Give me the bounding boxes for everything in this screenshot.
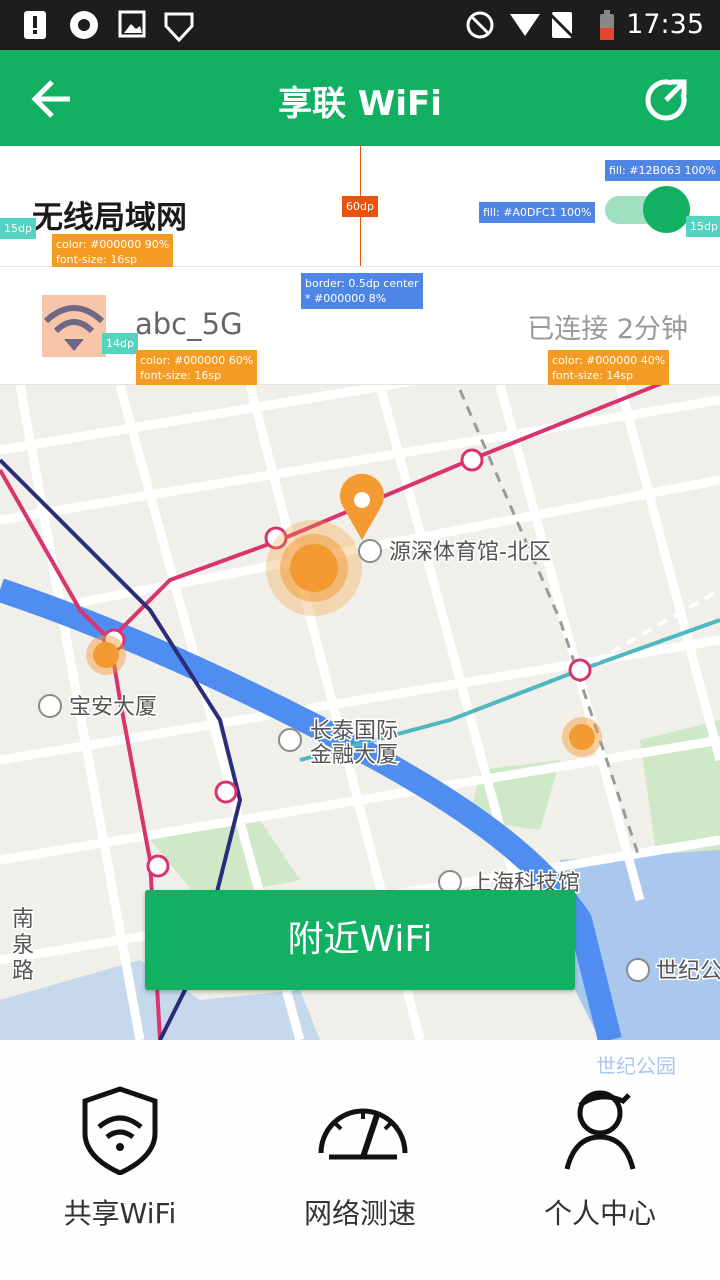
wlan-toggle-row[interactable]: 无线局域网 15dp 15dp 60dp color: #000000 90% … bbox=[0, 146, 720, 270]
spec-thumb-fill: fill: #12B063 100% bbox=[605, 160, 720, 181]
poi-label: 南 bbox=[12, 907, 34, 932]
shield-wifi-icon bbox=[82, 1086, 158, 1175]
nav-label: 个人中心 bbox=[543, 1197, 656, 1230]
poi-label: 路 bbox=[12, 959, 34, 984]
poi-label: 金融大厦 bbox=[310, 743, 398, 768]
notification-icons bbox=[24, 10, 194, 43]
wifi-signal-icon bbox=[42, 295, 106, 357]
poi-label: 泉 bbox=[12, 933, 34, 958]
spec-right-margin: 15dp bbox=[686, 216, 720, 237]
share-external-icon[interactable] bbox=[644, 78, 688, 122]
status-time: 17:35 bbox=[626, 9, 704, 40]
nav-share-wifi[interactable]: 共享WiFi bbox=[0, 1040, 240, 1280]
speedometer-icon bbox=[318, 1108, 408, 1160]
poi-label: 世纪公 bbox=[656, 959, 720, 984]
spec-status-text: color: #000000 40% font-size: 14sp bbox=[548, 350, 670, 386]
wlan-toggle-thumb[interactable] bbox=[643, 186, 690, 233]
spec-wlan-text: color: #000000 90% font-size: 16sp bbox=[52, 234, 174, 270]
nav-speed-test[interactable]: 网络测速 bbox=[240, 1040, 480, 1280]
spec-track-fill: fill: #A0DFC1 100% bbox=[479, 202, 596, 223]
spec-border: border: 0.5dp center * #000000 8% bbox=[301, 273, 423, 309]
spec-ssid-text: color: #000000 60% font-size: 16sp bbox=[136, 350, 258, 386]
wlan-label: 无线局域网 bbox=[32, 200, 187, 236]
nearby-wifi-button[interactable]: 附近WiFi bbox=[145, 890, 575, 990]
app-bar: 享联 WiFi bbox=[0, 50, 720, 146]
poi-label: 源深体育馆-北区 bbox=[389, 540, 551, 565]
system-status-icons bbox=[466, 10, 614, 42]
spec-row-height: 60dp bbox=[342, 196, 378, 217]
current-network-row[interactable]: abc_5G 已连接 2分钟 14dp border: 0.5dp center… bbox=[0, 267, 720, 386]
nav-profile[interactable]: 个人中心 bbox=[480, 1040, 720, 1280]
person-icon bbox=[564, 1090, 636, 1170]
poi-label: 长泰国际 bbox=[310, 719, 398, 744]
spec-icon-gap: 14dp bbox=[102, 333, 138, 354]
nav-label: 网络测速 bbox=[303, 1197, 416, 1230]
connection-status: 已连接 2分钟 bbox=[527, 314, 688, 345]
bottom-nav: 世纪公园 共享WiFi 网络测速 个人中心 bbox=[0, 1040, 720, 1280]
nav-label: 共享WiFi bbox=[63, 1197, 177, 1230]
ssid-label: abc_5G bbox=[135, 307, 243, 341]
status-bar: 17:35 bbox=[0, 0, 720, 50]
poi-label: 宝安大厦 bbox=[69, 695, 157, 720]
spec-left-margin: 15dp bbox=[0, 218, 36, 239]
app-title: 享联 WiFi bbox=[278, 84, 442, 124]
